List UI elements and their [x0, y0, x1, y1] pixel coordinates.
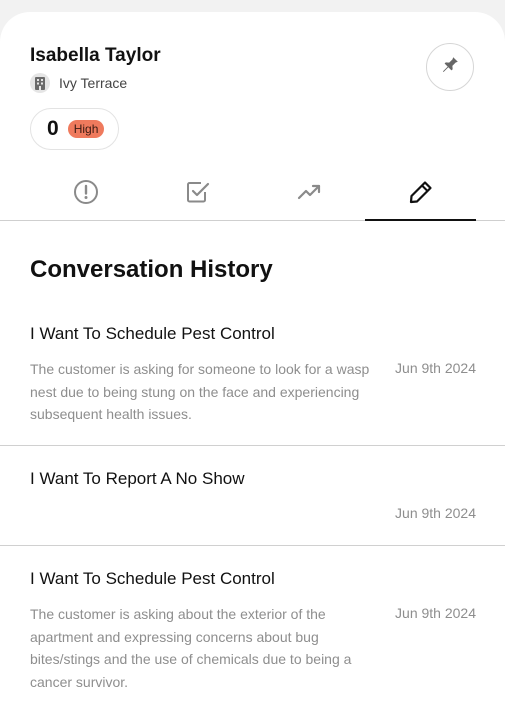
- conversation-summary: The customer is asking for someone to lo…: [30, 361, 370, 422]
- pin-button[interactable]: [426, 43, 474, 91]
- conversation-date: Jun 9th 2024: [395, 360, 476, 376]
- contact-location: Ivy Terrace: [30, 73, 127, 93]
- pin-icon: [439, 54, 461, 81]
- tab-bar: [0, 172, 505, 221]
- conversation-title: I Want To Schedule Pest Control: [30, 324, 275, 343]
- tab-trends[interactable]: [254, 172, 365, 220]
- tab-notes[interactable]: [365, 172, 476, 221]
- contact-panel: Isabella Taylor Ivy Terrace 0 High Conve…: [0, 12, 505, 710]
- alert-circle-icon: [72, 178, 100, 211]
- tab-tasks[interactable]: [142, 172, 253, 220]
- score-value: 0: [47, 117, 59, 140]
- location-label: Ivy Terrace: [59, 75, 128, 91]
- building-icon: [30, 73, 50, 93]
- tab-alerts[interactable]: [30, 172, 141, 220]
- section-title: Conversation History: [30, 256, 273, 283]
- list-item[interactable]: I Want To Schedule Pest Control The cust…: [0, 324, 505, 445]
- conversation-date: Jun 9th 2024: [395, 505, 476, 521]
- priority-score: 0 High: [30, 108, 120, 150]
- list-item[interactable]: I Want To Report A No Show Jun 9th 2024: [0, 469, 505, 545]
- list-item[interactable]: I Want To Schedule Pest Control The cust…: [0, 569, 505, 710]
- conversation-title: I Want To Report A No Show: [30, 469, 245, 488]
- divider: [0, 545, 505, 546]
- conversation-title: I Want To Schedule Pest Control: [30, 569, 275, 588]
- conversation-summary: The customer is asking about the exterio…: [30, 606, 352, 690]
- priority-badge: High: [67, 120, 105, 138]
- divider: [0, 445, 505, 446]
- checkbox-icon: [184, 178, 212, 211]
- trending-up-icon: [296, 178, 324, 211]
- pencil-icon: [407, 178, 435, 211]
- conversation-date: Jun 9th 2024: [395, 605, 476, 621]
- contact-name: Isabella Taylor: [30, 45, 161, 66]
